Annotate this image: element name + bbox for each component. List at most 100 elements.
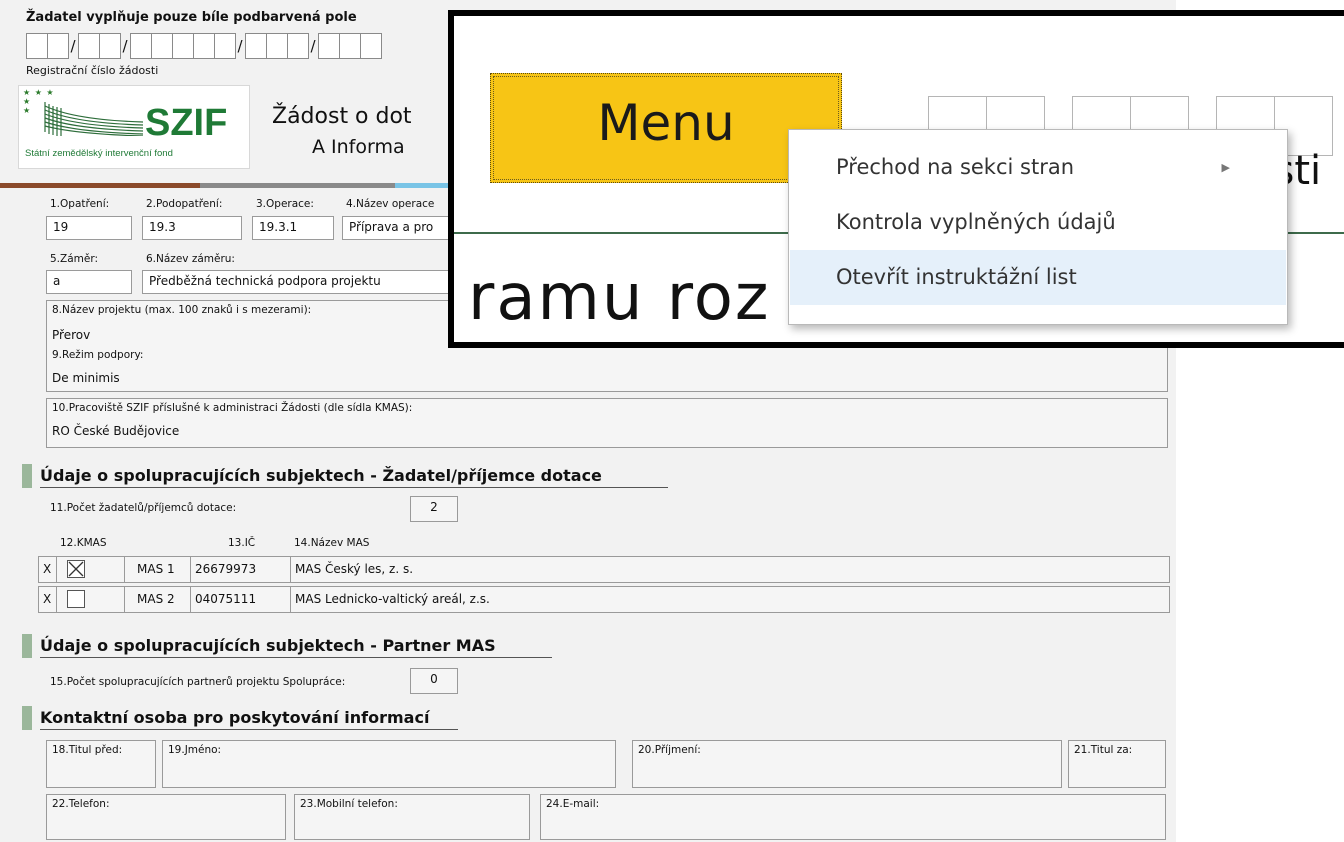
form-instruction: Žadatel vyplňuje pouze bíle podbarvená p…	[26, 10, 357, 25]
field-6-value[interactable]: Předběžná technická podpora projektu	[142, 270, 452, 294]
section-underline	[40, 657, 552, 658]
field-9-label: 9.Režim podpory:	[52, 349, 144, 361]
section-marker	[22, 634, 32, 658]
field-lines-icon	[44, 102, 144, 136]
reg-digit-box[interactable]	[339, 33, 361, 59]
field-5-label: 5.Záměr:	[50, 253, 99, 265]
field-2-value[interactable]: 19.3	[142, 216, 242, 240]
section-underline	[40, 729, 458, 730]
field-6-label: 6.Název záměru:	[146, 253, 235, 265]
email-label: 24.E-mail:	[546, 798, 600, 810]
field-9-value[interactable]: De minimis	[52, 371, 120, 385]
surname-label: 20.Příjmení:	[638, 744, 701, 756]
applicant-count-label: 11.Počet žadatelů/příjemců dotace:	[50, 502, 237, 514]
color-band	[0, 183, 470, 188]
reg-digit-box[interactable]	[151, 33, 173, 59]
reg-digit-box[interactable]	[172, 33, 194, 59]
first-name-field[interactable]: 19.Jméno:	[162, 740, 616, 788]
field-8-label: 8.Název projektu (max. 100 znaků i s mez…	[52, 304, 312, 316]
reg-digit-box[interactable]	[287, 33, 309, 59]
col-name-header: 14.Název MAS	[294, 537, 370, 549]
section-title: Údaje o spolupracujících subjektech - Pa…	[40, 636, 496, 655]
mobile-field[interactable]: 23.Mobilní telefon:	[294, 794, 530, 840]
reg-digit-box[interactable]	[78, 33, 100, 59]
field-10-label: 10.Pracoviště SZIF příslušné k administr…	[52, 402, 413, 414]
reg-digit-box[interactable]	[214, 33, 236, 59]
mas-name: MAS Český les, z. s.	[295, 562, 414, 576]
reg-digit-box[interactable]	[318, 33, 340, 59]
reg-digit-box[interactable]	[266, 33, 288, 59]
reg-digit-box[interactable]	[245, 33, 267, 59]
zoom-callout: Menu osti ramu roz Přechod na sekci stra…	[448, 10, 1344, 348]
mas-name: MAS Lednicko-valtický areál, z.s.	[295, 592, 490, 606]
surname-field[interactable]: 20.Příjmení:	[632, 740, 1062, 788]
registration-number-boxes[interactable]: / / / /	[26, 33, 382, 59]
slash-separator: /	[122, 37, 128, 55]
field-1-value[interactable]: 19	[46, 216, 132, 240]
szif-logo: ★ ★ ★ ★ ★ SZIF Státní zemědělský intervenč…	[18, 85, 250, 169]
context-menu: Přechod na sekci stran ▶ Kontrola vyplně…	[788, 129, 1288, 325]
partner-count-label: 15.Počet spolupracujících partnerů proje…	[50, 676, 346, 688]
field-10-value[interactable]: RO České Budějovice	[52, 424, 179, 438]
field-2-label: 2.Podopatření:	[146, 198, 223, 210]
kmas-cell	[57, 557, 125, 582]
checkmark-x-icon	[68, 561, 84, 577]
mas-row-2: X MAS 2 04075111 MAS Lednicko-valtický a…	[38, 586, 1170, 613]
section-title: Kontaktní osoba pro poskytování informac…	[40, 708, 430, 727]
menu-item-section-navigation[interactable]: Přechod na sekci stran ▶	[790, 140, 1286, 195]
reg-digit-box[interactable]	[193, 33, 215, 59]
menu-item-check-data[interactable]: Kontrola vyplněných údajů	[790, 195, 1286, 250]
delete-row-button[interactable]: X	[39, 557, 57, 582]
mas-ic: 04075111	[191, 587, 291, 612]
field-8-value[interactable]: Přerov	[52, 328, 90, 342]
field-10-frame: 10.Pracoviště SZIF příslušné k administr…	[46, 398, 1168, 448]
mas-label: MAS 1	[125, 557, 191, 582]
title-before-label: 18.Titul před:	[52, 744, 123, 756]
mobile-label: 23.Mobilní telefon:	[300, 798, 398, 810]
field-1-label: 1.Opatření:	[50, 198, 110, 210]
section-underline	[40, 487, 668, 488]
mas-ic: 26679973	[191, 557, 291, 582]
form-subtitle: A Informa	[312, 136, 405, 158]
field-4-value[interactable]: Příprava a pro	[342, 216, 452, 240]
mas-label: MAS 2	[125, 587, 191, 612]
partner-count-value[interactable]: 0	[410, 668, 458, 694]
reg-digit-box[interactable]	[360, 33, 382, 59]
mas-row-1: X MAS 1 26679973 MAS Český les, z. s.	[38, 556, 1170, 583]
menu-item-label: Otevřít instruktážní list	[836, 265, 1077, 289]
col-ic-header: 13.IČ	[228, 537, 256, 549]
submenu-arrow-icon: ▶	[1221, 161, 1230, 174]
color-band-gray	[200, 183, 395, 188]
reg-digit-box[interactable]	[99, 33, 121, 59]
delete-row-button[interactable]: X	[39, 587, 57, 612]
title-after-field[interactable]: 21.Titul za:	[1068, 740, 1166, 788]
field-3-value[interactable]: 19.3.1	[252, 216, 334, 240]
reg-digit-box[interactable]	[130, 33, 152, 59]
reg-digit-box[interactable]	[26, 33, 48, 59]
form-title: Žádost o dot	[272, 104, 412, 129]
logo-subtitle: Státní zemědělský intervenční fond	[25, 148, 173, 159]
col-kmas-header: 12.KMAS	[60, 537, 107, 549]
reg-digit-box[interactable]	[47, 33, 69, 59]
field-5-value[interactable]: a	[46, 270, 132, 294]
menu-item-open-instructions[interactable]: Otevřít instruktážní list	[790, 250, 1286, 305]
kmas-checkbox[interactable]	[67, 560, 85, 578]
title-before-field[interactable]: 18.Titul před:	[46, 740, 156, 788]
kmas-checkbox[interactable]	[67, 590, 85, 608]
phone-label: 22.Telefon:	[52, 798, 110, 810]
section-marker	[22, 464, 32, 488]
applicant-count-value[interactable]: 2	[410, 496, 458, 522]
phone-field[interactable]: 22.Telefon:	[46, 794, 286, 840]
first-name-label: 19.Jméno:	[168, 744, 222, 756]
title-after-label: 21.Titul za:	[1074, 744, 1133, 756]
menu-item-label: Kontrola vyplněných údajů	[836, 210, 1116, 234]
color-band-brown	[0, 183, 200, 188]
menu-item-label: Přechod na sekci stran	[836, 155, 1075, 179]
kmas-cell	[57, 587, 125, 612]
slash-separator: /	[70, 37, 76, 55]
zoomed-partial-title: ramu roz	[468, 261, 771, 335]
slash-separator: /	[310, 37, 316, 55]
section-marker	[22, 706, 32, 730]
registration-number-label: Registrační číslo žádosti	[26, 64, 159, 77]
email-field[interactable]: 24.E-mail:	[540, 794, 1166, 840]
